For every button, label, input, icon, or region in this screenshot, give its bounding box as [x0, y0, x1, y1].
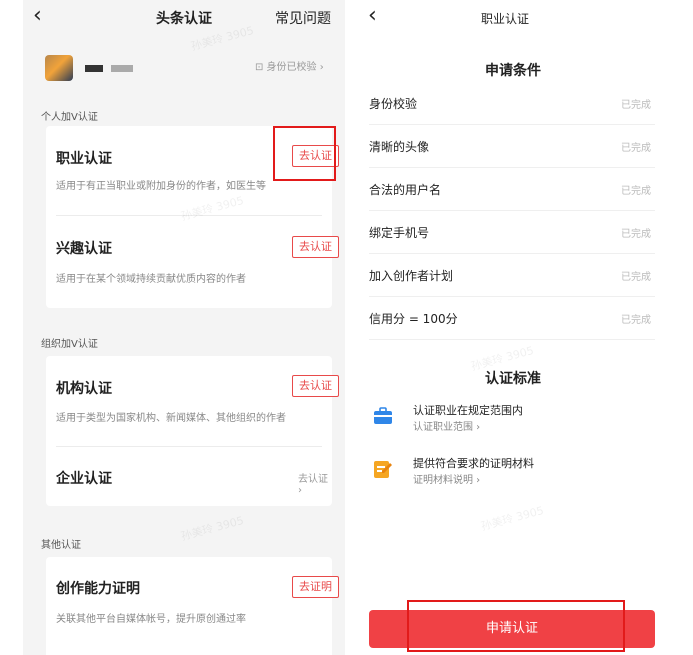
page-title: 职业认证 — [481, 12, 530, 26]
condition-row: 身份校验 已完成 — [369, 82, 655, 125]
enterprise-cert-link[interactable]: 去认证 › — [298, 470, 332, 496]
professional-cert-screen: ‹ 职业认证 申请条件 身份校验 已完成 清晰的头像 已完成 合法的用户名 已完… — [355, 0, 671, 655]
briefcase-icon — [374, 407, 392, 424]
section-label-other: 其他认证 — [41, 540, 81, 551]
occupation-scope-link[interactable]: 认证职业范围 › — [413, 418, 480, 433]
cert-title-enterprise: 企业认证 — [56, 471, 112, 487]
divider — [56, 215, 322, 216]
cert-title-institution: 机构认证 — [56, 381, 112, 397]
identity-verified-link[interactable]: ⊡ 身份已校验 › — [255, 58, 324, 73]
page-title: 头条认证 — [156, 11, 212, 27]
standard-item: 提供符合要求的证明材料 证明材料说明 › — [373, 455, 653, 491]
condition-row: 清晰的头像 已完成 — [369, 125, 655, 168]
avatar[interactable] — [45, 55, 73, 81]
cert-desc-professional: 适用于有正当职业或附加身份的作者，如医生等 — [56, 181, 266, 192]
condition-status: 已完成 — [621, 272, 651, 283]
condition-status: 已完成 — [621, 100, 651, 111]
back-chevron-icon[interactable]: ‹ — [368, 3, 377, 29]
creation-ability-proof-button[interactable]: 去证明 — [292, 576, 339, 598]
cert-desc-institution: 适用于类型为国家机构、新闻媒体、其他组织的作者 — [56, 413, 286, 424]
condition-status: 已完成 — [621, 143, 651, 154]
condition-status: 已完成 — [621, 186, 651, 197]
condition-label: 绑定手机号 — [369, 226, 430, 240]
conditions-heading: 申请条件 — [485, 63, 541, 79]
standards-heading: 认证标准 — [485, 371, 541, 387]
faq-link[interactable]: 常见问题 — [275, 8, 331, 28]
standard-title: 认证职业在规定范围内 — [413, 404, 523, 417]
divider — [369, 339, 655, 340]
cert-title-creation-ability: 创作能力证明 — [56, 581, 140, 597]
organization-cert-card: 机构认证 适用于类型为国家机构、新闻媒体、其他组织的作者 去认证 企业认证 去认… — [46, 356, 339, 506]
section-label-personal: 个人加V认证 — [41, 112, 98, 123]
condition-label: 加入创作者计划 — [369, 269, 454, 283]
condition-row: 绑定手机号 已完成 — [369, 211, 655, 254]
standard-item: 认证职业在规定范围内 认证职业范围 › — [373, 402, 653, 438]
condition-status: 已完成 — [621, 315, 651, 326]
condition-row: 信用分 = 100分 已完成 — [369, 297, 655, 340]
condition-label: 身份校验 — [369, 97, 418, 111]
section-label-organization: 组织加V认证 — [41, 339, 98, 350]
highlight-box-apply — [407, 600, 625, 652]
back-chevron-icon[interactable]: ‹ — [33, 3, 42, 29]
cert-title-interest: 兴趣认证 — [56, 241, 112, 257]
username-blurred — [85, 65, 103, 72]
proof-materials-link[interactable]: 证明材料说明 › — [413, 471, 480, 486]
condition-row: 合法的用户名 已完成 — [369, 168, 655, 211]
standard-title: 提供符合要求的证明材料 — [413, 457, 534, 470]
cert-desc-interest: 适用于在某个领域持续贡献优质内容的作者 — [56, 274, 246, 285]
screenshot-stage: ‹ 头条认证 常见问题 ⊡ 身份已校验 › 个人加V认证 职业认证 适用于有正当… — [0, 0, 693, 655]
condition-row: 加入创作者计划 已完成 — [369, 254, 655, 297]
document-edit-icon — [374, 461, 392, 478]
condition-label: 信用分 = 100分 — [369, 312, 458, 326]
condition-label: 合法的用户名 — [369, 183, 442, 197]
other-cert-card: 创作能力证明 关联其他平台自媒体帐号，提升原创通过率 去证明 — [46, 557, 339, 655]
divider — [56, 446, 322, 447]
cert-title-professional: 职业认证 — [56, 151, 112, 167]
cert-desc-creation-ability: 关联其他平台自媒体帐号，提升原创通过率 — [56, 614, 246, 625]
username-blurred-secondary — [111, 65, 133, 72]
condition-status: 已完成 — [621, 229, 651, 240]
institution-cert-button[interactable]: 去认证 — [292, 375, 339, 397]
interest-cert-button[interactable]: 去认证 — [292, 236, 339, 258]
highlight-box-professional — [273, 126, 336, 181]
nav-bar: ‹ 头条认证 常见问题 — [23, 0, 345, 36]
certification-home-screen: ‹ 头条认证 常见问题 ⊡ 身份已校验 › 个人加V认证 职业认证 适用于有正当… — [23, 0, 345, 655]
condition-label: 清晰的头像 — [369, 140, 430, 154]
